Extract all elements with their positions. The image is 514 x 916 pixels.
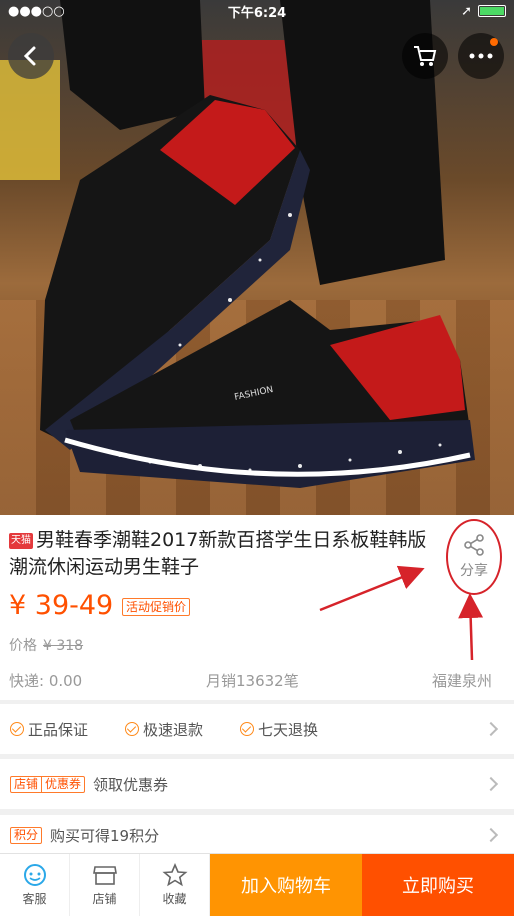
check-icon — [125, 722, 140, 736]
shop-tag: 店铺 — [14, 776, 39, 791]
shop-coupon-tag: 店铺 优惠券 — [10, 775, 86, 793]
guarantee-row[interactable]: 正品保证 极速退款 七天退换 — [0, 704, 514, 754]
signal-icon: ●●●○○ — [8, 3, 65, 19]
monthly-sales: 月销13632笔 — [206, 672, 299, 690]
status-time: 下午6:24 — [227, 5, 287, 21]
cart-button[interactable] — [402, 33, 448, 79]
bottom-action-bar: 客服 店铺 收藏 加入购物车 立即购买 — [0, 853, 514, 916]
check-icon — [240, 722, 255, 736]
points-tag-text: 积分 — [14, 827, 39, 842]
tab-label: 客服 — [22, 892, 47, 906]
coupon-label: 领取优惠券 — [93, 775, 169, 794]
check-icon — [10, 722, 24, 736]
coupon-row[interactable]: 店铺 优惠券 领取优惠券 — [0, 759, 514, 809]
product-title: 天猫 男鞋春季潮鞋2017新款百搭学生日系板鞋韩版潮流休闲运动男生鞋子 — [9, 527, 434, 581]
chevron-right-icon — [483, 776, 499, 792]
more-dots-icon — [469, 53, 493, 59]
back-button[interactable] — [8, 33, 54, 79]
points-label: 购买可得19积分 — [50, 826, 160, 845]
guarantee-label: 七天退换 — [258, 720, 319, 739]
buy-now-button[interactable]: 立即购买 — [362, 854, 514, 916]
chevron-right-icon — [483, 827, 499, 843]
star-icon — [161, 863, 188, 887]
back-chevron-icon — [23, 46, 36, 66]
share-label: 分享 — [460, 563, 488, 579]
more-button[interactable] — [458, 33, 504, 79]
share-button[interactable]: 分享 — [446, 519, 502, 595]
guarantee-item: 极速退款 — [125, 719, 203, 740]
points-tag: 积分 — [10, 826, 43, 844]
cart-icon — [414, 46, 437, 66]
customer-service-icon — [23, 864, 46, 886]
battery-icon — [478, 5, 506, 17]
notification-dot — [490, 38, 498, 46]
guarantee-item: 正品保证 — [10, 719, 88, 740]
guarantee-item: 七天退换 — [240, 719, 318, 740]
ship-from-location: 福建泉州 — [432, 672, 493, 690]
original-price-row: 价格 ¥ 318 — [9, 635, 83, 655]
share-icon — [464, 534, 484, 556]
product-image[interactable]: FASHION — [0, 0, 514, 515]
points-row[interactable]: 积分 购买可得19积分 — [0, 815, 514, 855]
guarantee-label: 正品保证 — [28, 720, 89, 739]
shop-icon — [92, 866, 117, 885]
original-price-label: 价格 — [9, 638, 37, 654]
status-right: ➚ — [461, 4, 506, 19]
promo-tag: 活动促销价 — [122, 598, 191, 616]
coupon-tag: 优惠券 — [41, 776, 84, 792]
chevron-right-icon — [483, 721, 499, 737]
product-title-text: 男鞋春季潮鞋2017新款百搭学生日系板鞋韩版潮流休闲运动男生鞋子 — [9, 529, 427, 578]
shipping-fee: 快递: 0.00 — [9, 672, 83, 690]
tmall-badge: 天猫 — [9, 533, 33, 549]
tab-label: 店铺 — [92, 892, 117, 906]
tab-favorite[interactable]: 收藏 — [140, 854, 210, 916]
guarantee-label: 极速退款 — [143, 720, 204, 739]
sneakers-illustration: FASHION — [40, 0, 475, 488]
tab-shop[interactable]: 店铺 — [70, 854, 140, 916]
product-info: 天猫 男鞋春季潮鞋2017新款百搭学生日系板鞋韩版潮流休闲运动男生鞋子 分享 ¥ … — [0, 515, 514, 700]
tab-customer-service[interactable]: 客服 — [0, 854, 70, 916]
location-arrow-icon: ➚ — [461, 3, 472, 19]
status-bar: ●●●○○ 下午6:24 ➚ — [0, 0, 514, 22]
original-price: ¥ 318 — [43, 638, 84, 654]
tab-label: 收藏 — [162, 892, 187, 906]
price: ¥ 39-49 — [9, 590, 114, 621]
add-to-cart-button[interactable]: 加入购物车 — [210, 854, 362, 916]
